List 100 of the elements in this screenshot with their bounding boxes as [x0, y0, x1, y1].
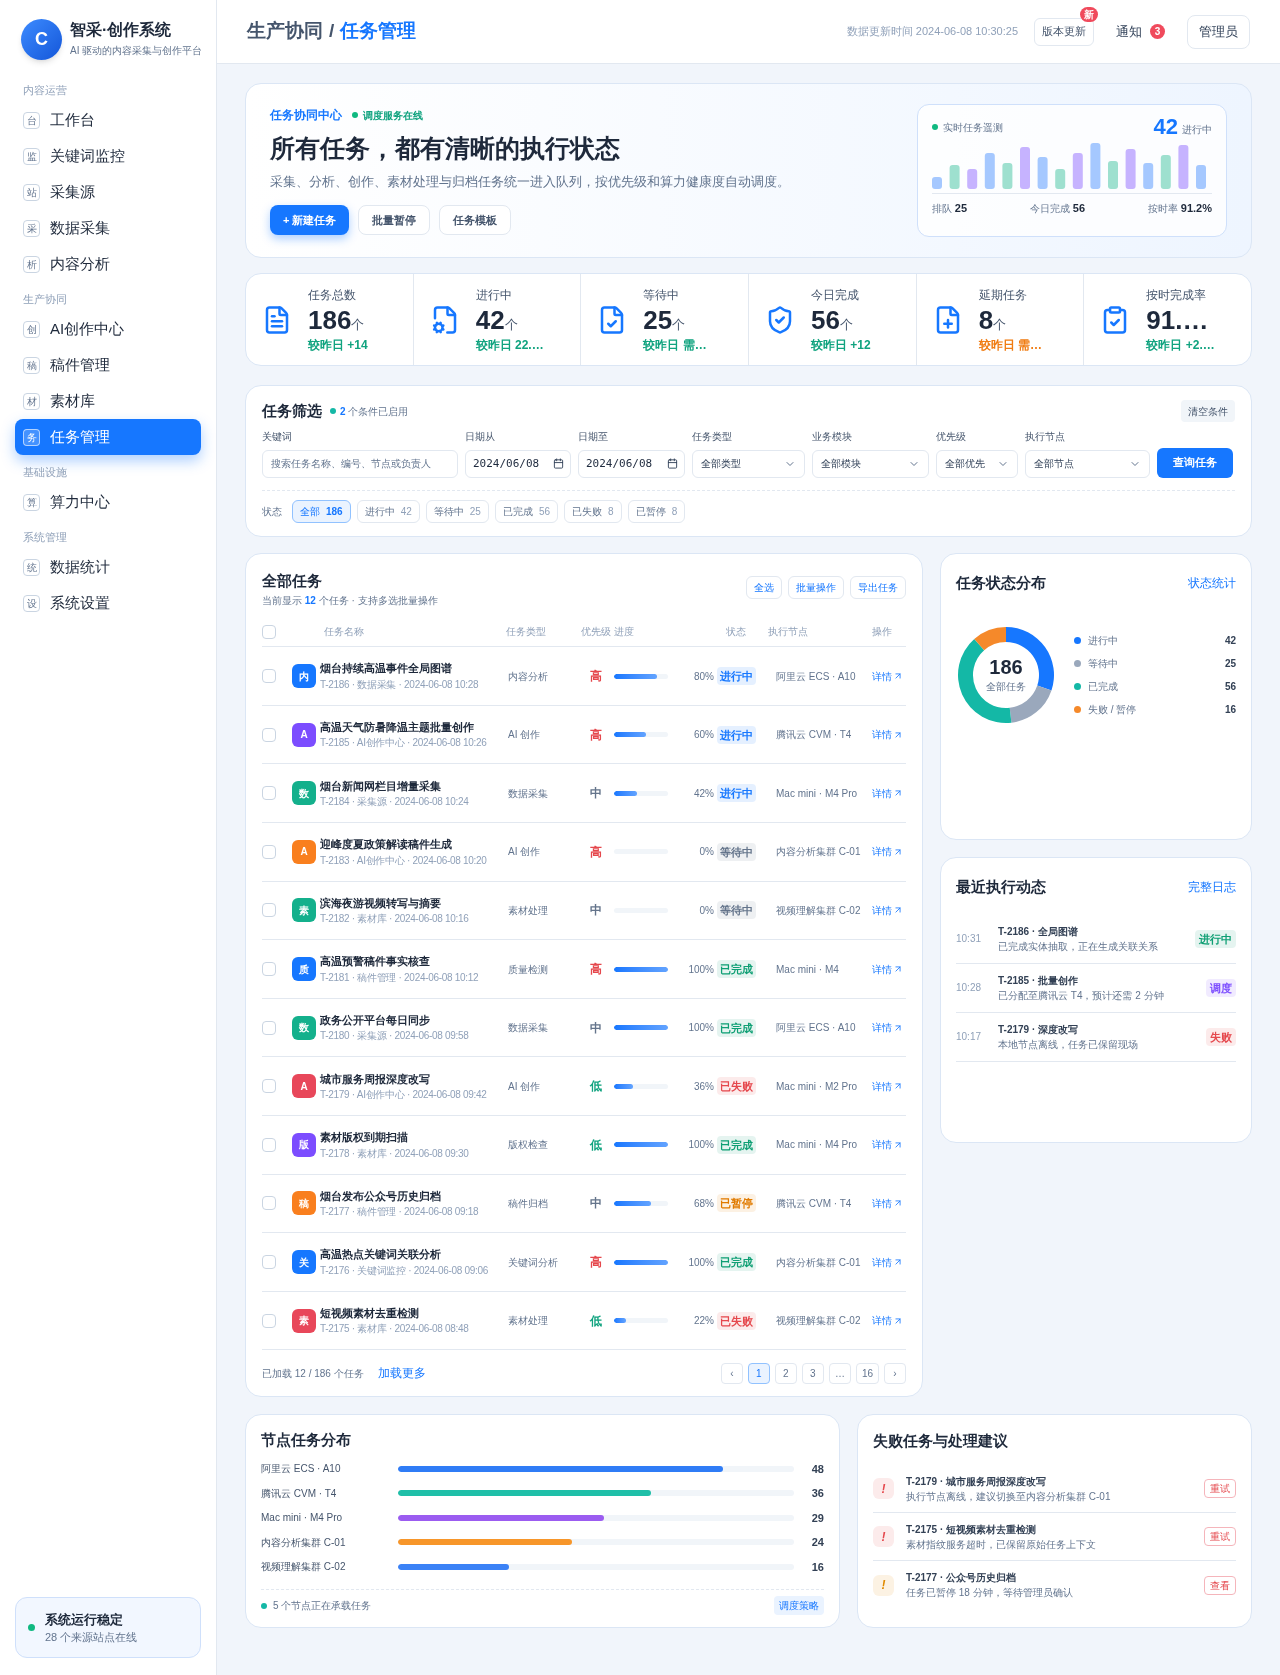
- checkbox[interactable]: [262, 903, 276, 918]
- nav-item[interactable]: 站 采集源: [15, 174, 201, 210]
- details-link[interactable]: 详情: [872, 1137, 908, 1153]
- search-button[interactable]: 查询任务: [1157, 447, 1233, 478]
- task-meta: T-2176 · 关键词监控 · 2024-06-08 09:06: [320, 1263, 488, 1278]
- details-link[interactable]: 详情: [872, 727, 908, 743]
- nav-item[interactable]: 务 任务管理: [15, 419, 201, 455]
- node-name: 内容分析集群 C-01: [775, 845, 862, 860]
- page-button[interactable]: 2: [774, 1362, 797, 1384]
- failure-action-button[interactable]: 重试: [1204, 1479, 1236, 1498]
- new-task-button[interactable]: + 新建任务: [270, 205, 350, 235]
- nav-item[interactable]: 设 系统设置: [15, 585, 201, 621]
- page-button[interactable]: 16: [855, 1362, 879, 1384]
- keyword-field[interactable]: 搜索任务名称、编号、节点或负责人: [262, 449, 458, 478]
- load-more-link[interactable]: 加载更多: [377, 1364, 426, 1383]
- date-field[interactable]: 2024/06/08: [465, 449, 571, 478]
- user-button[interactable]: 管理员: [1187, 14, 1250, 49]
- details-link[interactable]: 详情: [872, 844, 908, 860]
- details-link[interactable]: 详情: [872, 902, 908, 918]
- select-dropdown[interactable]: 全部模块: [812, 449, 929, 478]
- details-link[interactable]: 详情: [872, 668, 908, 684]
- toolbar-button[interactable]: 导出任务: [850, 576, 906, 599]
- clear-button[interactable]: 清空条件: [1181, 400, 1235, 423]
- checkbox[interactable]: [262, 727, 276, 742]
- toolbar-button[interactable]: 全选: [746, 576, 782, 599]
- nav-item[interactable]: 材 素材库: [15, 383, 201, 419]
- task-type: AI 创作: [507, 1079, 542, 1094]
- task-meta: T-2178 · 素材库 · 2024-06-08 09:30: [320, 1146, 469, 1161]
- select-dropdown[interactable]: 全部优先: [936, 449, 1018, 478]
- toolbar-button[interactable]: 批量操作: [788, 576, 844, 599]
- action-button[interactable]: 任务模板: [439, 205, 512, 235]
- failure-action-button[interactable]: 查看: [1204, 1575, 1236, 1595]
- nav-item[interactable]: 算 算力中心: [15, 484, 201, 520]
- details-link[interactable]: 详情: [872, 785, 908, 801]
- full-log-link[interactable]: 完整日志: [1188, 878, 1236, 897]
- status-chip[interactable]: 已失败 8: [564, 499, 622, 523]
- status-chip[interactable]: 已完成 56: [494, 499, 559, 523]
- nav-item[interactable]: 采 数据采集: [15, 210, 201, 246]
- card-title: 最近执行动态: [956, 877, 1046, 897]
- details-link[interactable]: 详情: [872, 1078, 908, 1094]
- checkbox[interactable]: [262, 669, 276, 684]
- page-button[interactable]: …: [828, 1362, 851, 1384]
- checkbox[interactable]: [262, 1137, 276, 1152]
- notification-button[interactable]: 通知 3: [1116, 21, 1165, 42]
- nav-item[interactable]: 监 关键词监控: [15, 138, 201, 174]
- checkbox[interactable]: [262, 624, 276, 639]
- task-priority: 中: [589, 1019, 603, 1037]
- details-link[interactable]: 详情: [872, 1195, 908, 1211]
- nav-item[interactable]: 台 工作台: [15, 102, 201, 138]
- page-button[interactable]: 3: [801, 1362, 824, 1384]
- node-name: 腾讯云 CVM · T4: [775, 1196, 853, 1211]
- task-priority: 低: [588, 1078, 603, 1096]
- status-chip[interactable]: 全部 186: [292, 499, 351, 523]
- checkbox[interactable]: [262, 786, 276, 801]
- column-header: 进度: [614, 625, 635, 640]
- details-link[interactable]: 详情: [872, 1254, 908, 1270]
- update-time: 数据更新时间 2024-06-08 10:30:25: [846, 24, 1018, 40]
- nav-item[interactable]: 统 数据统计: [15, 549, 201, 585]
- status-stats-link[interactable]: 状态统计: [1188, 574, 1236, 593]
- status-chip[interactable]: 等待中 25: [425, 499, 489, 523]
- checkbox[interactable]: [262, 844, 276, 859]
- checkbox[interactable]: [262, 1255, 276, 1270]
- checkbox[interactable]: [262, 1313, 276, 1328]
- details-link[interactable]: 详情: [872, 961, 908, 977]
- select-dropdown[interactable]: 全部节点: [1025, 449, 1150, 478]
- task-priority: 低: [588, 1312, 603, 1330]
- checkbox[interactable]: [262, 962, 276, 977]
- progress-percent: 36%: [694, 1079, 714, 1094]
- node-value: 48: [811, 1461, 824, 1477]
- select-dropdown[interactable]: 全部类型: [692, 449, 805, 478]
- filter-title: 任务筛选: [262, 401, 322, 421]
- status-tag: 等待中: [717, 842, 756, 861]
- breadcrumb-link[interactable]: 生产协同: [247, 17, 323, 46]
- page-button[interactable]: 1: [747, 1362, 770, 1384]
- field-label: 任务类型: [692, 429, 733, 444]
- schedule-policy-button[interactable]: 调度策略: [774, 1596, 824, 1615]
- details-link[interactable]: 详情: [872, 1020, 908, 1036]
- activity-title: T-2185 · 批量创作: [998, 973, 1080, 988]
- action-button[interactable]: 批量暂停: [358, 205, 431, 235]
- failure-action-button[interactable]: 重试: [1204, 1527, 1236, 1546]
- nav-item[interactable]: 稿 稿件管理: [15, 347, 201, 383]
- page-button[interactable]: ‹: [720, 1362, 743, 1384]
- tasks-title: 全部任务: [262, 571, 323, 591]
- nav-item[interactable]: 析 内容分析: [15, 246, 201, 282]
- page-button[interactable]: ›: [884, 1362, 906, 1384]
- details-link[interactable]: 详情: [872, 1313, 908, 1329]
- task-priority: 高: [589, 1254, 603, 1272]
- checkbox[interactable]: [262, 1079, 276, 1094]
- checkbox[interactable]: [262, 1196, 276, 1211]
- status-chip[interactable]: 已暂停 8: [627, 499, 686, 523]
- service-status: 调度服务在线: [363, 108, 423, 123]
- task-avatar: A: [292, 839, 316, 864]
- task-priority: 中: [589, 902, 603, 920]
- failure-description: 执行节点离线，建议切换至内容分析集群 C-01: [906, 1489, 1111, 1504]
- task-avatar: 素: [292, 1308, 316, 1333]
- progress-percent: 100%: [688, 962, 714, 977]
- nav-item[interactable]: 创 AI创作中心: [15, 311, 201, 347]
- status-chip[interactable]: 进行中 42: [356, 499, 420, 523]
- date-field[interactable]: 2024/06/08: [578, 449, 685, 478]
- checkbox[interactable]: [262, 1020, 276, 1035]
